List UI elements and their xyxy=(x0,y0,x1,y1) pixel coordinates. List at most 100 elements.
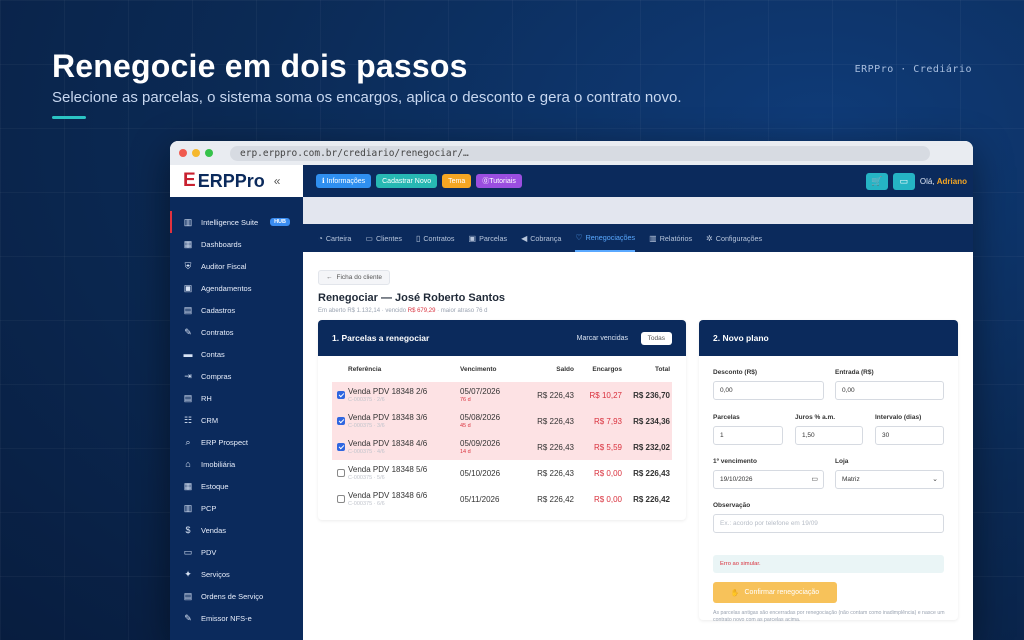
down-payment-input[interactable]: 0,00 xyxy=(835,381,944,400)
due-cell: 05/11/2026 xyxy=(458,486,526,512)
reference-cell: Venda PDV 18348 2/6 C-000375 · 2/6 xyxy=(346,382,458,408)
table-row[interactable]: Venda PDV 18348 3/6 C-000375 · 3/6 05/08/2… xyxy=(332,408,672,434)
installments-count-input[interactable]: 1 xyxy=(713,426,783,445)
new-plan-card: 2. Novo plano Desconto (R$) 0,00 Entrada… xyxy=(699,320,958,623)
table-row[interactable]: Venda PDV 18348 5/6 C-000375 · 5/6 05/10/2… xyxy=(332,460,672,486)
observation-label: Observação xyxy=(713,502,751,509)
discount-input[interactable]: 0,00 xyxy=(713,381,824,400)
users-icon: ☷ xyxy=(183,414,193,425)
back-button-label: Ficha do cliente xyxy=(336,274,383,281)
installments-card-title: 1. Parcelas a renegociar xyxy=(332,333,430,343)
logo-text: ERPPro xyxy=(197,170,265,191)
summary-overdue: R$ 679,29 xyxy=(407,308,436,314)
chat-icon[interactable]: ▭ xyxy=(892,173,915,190)
row-checkbox[interactable] xyxy=(337,391,345,400)
row-checkbox-cell xyxy=(332,486,346,512)
document-icon: ▯ xyxy=(415,233,421,243)
logo[interactable]: E ERPPro « xyxy=(170,165,303,197)
sidebar-item[interactable]: ▥ Intelligence Suite HUB xyxy=(170,211,303,233)
sidebar-item[interactable]: $ Vendas xyxy=(170,519,303,541)
sidebar-item-label: Estoque xyxy=(201,481,229,491)
sidebar-item[interactable]: ⌂ Imobiliária xyxy=(170,453,303,475)
due-date: 05/07/2026 xyxy=(460,387,501,396)
tab-item[interactable]: ▥ Relatórios xyxy=(649,224,692,252)
row-checkbox[interactable] xyxy=(337,495,345,504)
receipt-icon: ✎ xyxy=(184,612,192,623)
installments-card-header: 1. Parcelas a renegociar Marcar vencidas… xyxy=(318,320,686,356)
greeting-text: Olá, xyxy=(919,177,935,186)
interest-input[interactable]: 1,50 xyxy=(795,426,863,445)
select-all-button[interactable]: Todas xyxy=(640,331,672,345)
tab-item[interactable]: ♡ Renegociações xyxy=(575,224,636,252)
sidebar-item[interactable]: ✎ Contratos xyxy=(170,321,303,343)
arrow-left-icon: ← xyxy=(326,274,333,281)
sidebar-item[interactable]: ▦ Estoque xyxy=(170,475,303,497)
sidebar-item[interactable]: ▬ Contas xyxy=(170,343,303,365)
table-row[interactable]: Venda PDV 18348 2/6 C-000375 · 2/6 05/07/2… xyxy=(332,382,672,408)
maximize-dot-icon[interactable] xyxy=(205,149,213,157)
cart-icon[interactable]: 🛒 xyxy=(865,173,888,190)
total-cell: R$ 226,42 xyxy=(633,494,670,504)
tab-label: Contratos xyxy=(423,233,455,243)
reference-code: C-000375 · 4/6 xyxy=(348,449,385,455)
tab-item[interactable]: ◔ Carteira xyxy=(318,224,351,252)
store-label: Loja xyxy=(835,458,849,465)
store-select[interactable]: Matriz ⌄ xyxy=(835,470,944,489)
dollar-icon: $ xyxy=(185,525,191,535)
gear-icon: ✲ xyxy=(706,233,713,243)
sidebar-item[interactable]: ▤ RH xyxy=(170,387,303,409)
mark-overdue-button[interactable]: Marcar vencidas xyxy=(577,335,628,342)
address-bar[interactable]: erp.erppro.com.br/crediario/renegociar/… xyxy=(230,145,930,161)
reference-cell: Venda PDV 18348 5/6 C-000375 · 5/6 xyxy=(346,460,458,486)
row-checkbox[interactable] xyxy=(337,469,345,478)
calendar-icon[interactable]: ▭ xyxy=(811,471,818,488)
first-due-date-input[interactable]: 19/10/2026 ▭ xyxy=(713,470,824,489)
minimize-dot-icon[interactable] xyxy=(192,149,200,157)
due-cell: 05/07/2026 76 d xyxy=(458,382,526,408)
table-row[interactable]: Venda PDV 18348 4/6 C-000375 · 4/6 05/09/2… xyxy=(332,434,672,460)
user-greeting[interactable]: Olá, Adriano xyxy=(920,177,967,186)
confirm-button-label: Confirmar renegociação xyxy=(744,589,820,596)
sidebar-item[interactable]: ▥ PCP xyxy=(170,497,303,519)
topbar-button[interactable]: Cadastrar Novo xyxy=(376,174,438,188)
monitor-icon: ▭ xyxy=(183,546,193,557)
sidebar-item[interactable]: ☷ CRM xyxy=(170,409,303,431)
id-icon: ▭ xyxy=(365,233,373,243)
reference-code: C-000375 · 5/6 xyxy=(348,475,385,481)
sidebar-item[interactable]: ⇥ Compras xyxy=(170,365,303,387)
search-icon: ⌕ xyxy=(185,436,191,447)
hub-badge: HUB xyxy=(270,218,290,226)
topbar-button[interactable]: ℹ Informações xyxy=(316,174,372,188)
hero-subtitle: Selecione as parcelas, o sistema soma os… xyxy=(52,89,682,106)
interval-input[interactable]: 30 xyxy=(875,426,944,445)
back-to-client-button[interactable]: ← Ficha do cliente xyxy=(318,270,391,285)
sidebar-item[interactable]: ▤ Cadastros xyxy=(170,299,303,321)
sidebar-item[interactable]: ▭ PDV xyxy=(170,541,303,563)
observation-input[interactable]: Ex.: acordo por telefone em 19/09 xyxy=(713,514,944,533)
tab-item[interactable]: ▣ Parcelas xyxy=(469,224,508,252)
tab-item[interactable]: ▯ Contratos xyxy=(416,224,455,252)
sidebar-item[interactable]: ▣ Agendamentos xyxy=(170,277,303,299)
chevrons-left-icon[interactable]: « xyxy=(274,174,281,188)
row-checkbox-cell xyxy=(332,408,346,434)
row-checkbox[interactable] xyxy=(337,443,345,452)
sidebar-item[interactable]: ✎ Emissor NFS-e xyxy=(170,607,303,629)
sidebar-item[interactable]: ⌕ ERP Prospect xyxy=(170,431,303,453)
tab-item[interactable]: ▭ Clientes xyxy=(365,224,402,252)
sidebar-item[interactable]: ✦ Serviços xyxy=(170,563,303,585)
sidebar-item-label: Imobiliária xyxy=(201,459,236,469)
topbar-button[interactable]: Tema xyxy=(442,174,472,188)
sidebar-item[interactable]: ⛨ Auditor Fiscal xyxy=(170,255,303,277)
topbar-button[interactable]: ⓪Tutoriais xyxy=(476,174,522,188)
clipboard-icon: ▤ xyxy=(183,590,193,601)
close-dot-icon[interactable] xyxy=(179,149,187,157)
row-checkbox[interactable] xyxy=(337,417,345,426)
table-row[interactable]: Venda PDV 18348 6/6 C-000375 · 6/6 05/11/2… xyxy=(332,486,672,512)
tab-item[interactable]: ✲ Configurações xyxy=(706,224,762,252)
sidebar-item-label: Contas xyxy=(201,349,225,359)
sidebar-item[interactable]: ▤ Ordens de Serviço xyxy=(170,585,303,607)
confirm-renegotiation-button[interactable]: ✋ Confirmar renegociação xyxy=(713,582,837,603)
tab-item[interactable]: ◀ Cobrança xyxy=(521,224,561,252)
due-date: 05/09/2026 xyxy=(460,439,501,448)
sidebar-item[interactable]: ▦ Dashboards xyxy=(170,233,303,255)
